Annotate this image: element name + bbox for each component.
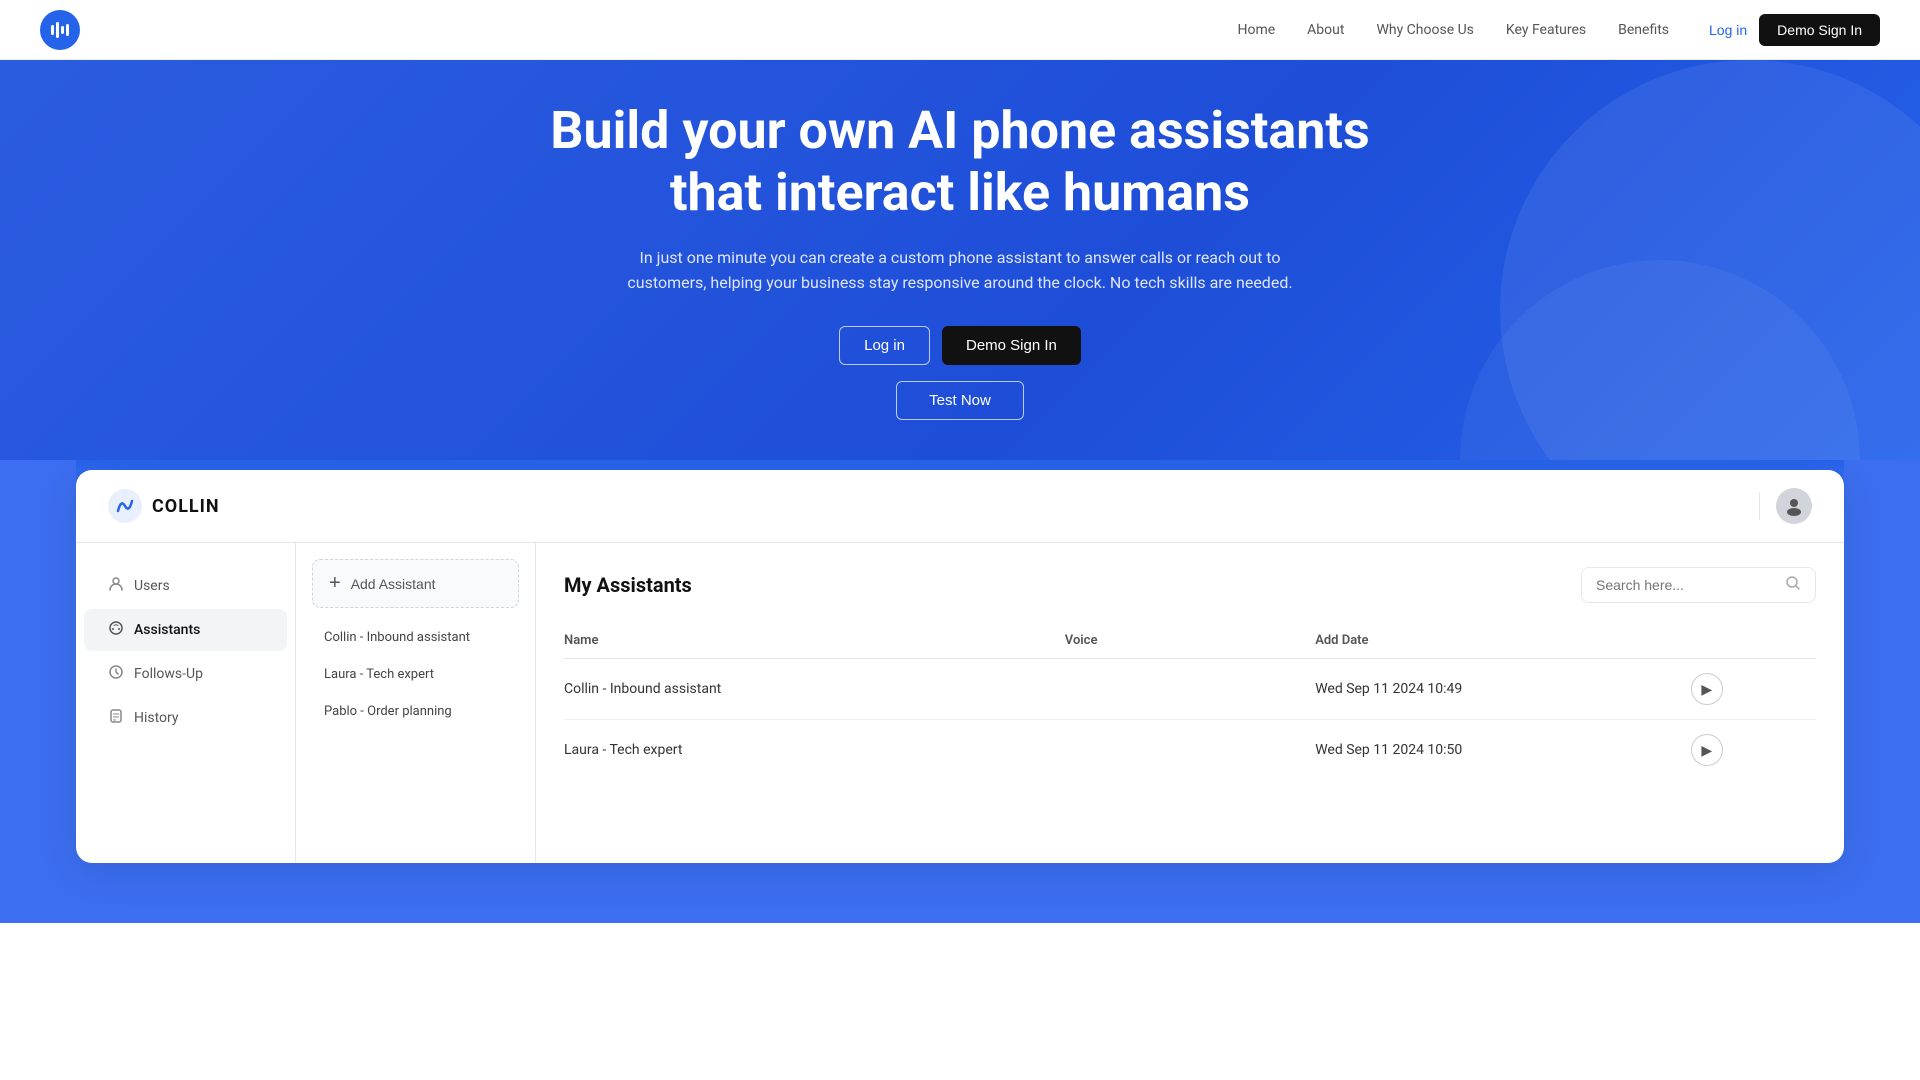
row-laura-name: Laura - Tech expert xyxy=(564,720,1065,781)
col-header-date: Add Date xyxy=(1315,623,1691,659)
row-collin-name: Collin - Inbound assistant xyxy=(564,659,1065,720)
nav-home[interactable]: Home xyxy=(1237,22,1275,38)
search-input[interactable] xyxy=(1596,577,1777,593)
history-icon xyxy=(108,708,124,728)
middle-panel: + Add Assistant Collin - Inbound assista… xyxy=(296,543,536,863)
app-logo: COLLIN xyxy=(108,489,220,523)
app-header: COLLIN xyxy=(76,470,1844,543)
nav-features[interactable]: Key Features xyxy=(1506,22,1586,38)
nav-benefits[interactable]: Benefits xyxy=(1618,22,1669,38)
app-logo-icon xyxy=(108,489,142,523)
hero-subtext: In just one minute you can create a cust… xyxy=(600,245,1320,296)
hero-headline: Build your own AI phone assistants that … xyxy=(510,100,1410,225)
users-icon xyxy=(108,576,124,596)
col-header-name: Name xyxy=(564,623,1065,659)
app-header-right xyxy=(1759,488,1812,524)
logo-icon xyxy=(40,10,80,50)
header-divider xyxy=(1759,492,1760,520)
my-assistants-title: My Assistants xyxy=(564,573,692,597)
assistants-table: Name Voice Add Date Collin - Inbound ass… xyxy=(564,623,1816,780)
sidebar-item-history[interactable]: History xyxy=(84,697,287,739)
sidebar: Users Assistants xyxy=(76,543,296,863)
app-card-wrapper: COLLIN xyxy=(0,460,1920,923)
follows-up-icon xyxy=(108,664,124,684)
nav-why[interactable]: Why Choose Us xyxy=(1376,22,1473,38)
search-icon xyxy=(1785,575,1801,595)
sidebar-item-assistants[interactable]: Assistants xyxy=(84,609,287,651)
sidebar-history-label: History xyxy=(134,710,179,726)
sidebar-assistants-label: Assistants xyxy=(134,622,200,638)
hero-demo-button[interactable]: Demo Sign In xyxy=(942,326,1081,365)
nav-demo-button[interactable]: Demo Sign In xyxy=(1759,14,1880,46)
assistant-collin[interactable]: Collin - Inbound assistant xyxy=(312,620,519,655)
nav-actions: Log in Demo Sign In xyxy=(1709,14,1880,46)
add-assistant-label: Add Assistant xyxy=(351,576,436,592)
app-card: COLLIN xyxy=(76,470,1844,863)
assistant-pablo[interactable]: Pablo - Order planning xyxy=(312,694,519,729)
add-assistant-button[interactable]: + Add Assistant xyxy=(312,559,519,608)
col-header-action xyxy=(1691,623,1816,659)
row-laura-date: Wed Sep 11 2024 10:50 xyxy=(1315,720,1691,781)
hero-buttons: Log in Demo Sign In xyxy=(839,326,1081,365)
nav-about[interactable]: About xyxy=(1307,22,1344,38)
row-collin-voice xyxy=(1065,659,1315,720)
assistants-icon xyxy=(108,620,124,640)
app-body: Users Assistants xyxy=(76,543,1844,863)
table-row: Laura - Tech expert Wed Sep 11 2024 10:5… xyxy=(564,720,1816,781)
sidebar-item-users[interactable]: Users xyxy=(84,565,287,607)
col-header-voice: Voice xyxy=(1065,623,1315,659)
search-box xyxy=(1581,567,1816,603)
hero-login-button[interactable]: Log in xyxy=(839,326,930,365)
play-collin-button[interactable]: ▶ xyxy=(1691,673,1723,705)
hero-section: Build your own AI phone assistants that … xyxy=(0,0,1920,460)
table-row: Collin - Inbound assistant Wed Sep 11 20… xyxy=(564,659,1816,720)
row-laura-voice xyxy=(1065,720,1315,781)
sidebar-followsup-label: Follows-Up xyxy=(134,666,203,682)
hero-test-button[interactable]: Test Now xyxy=(896,381,1024,420)
user-avatar[interactable] xyxy=(1776,488,1812,524)
logo xyxy=(40,10,80,50)
sidebar-users-label: Users xyxy=(134,578,170,594)
plus-icon: + xyxy=(329,572,341,595)
row-collin-date: Wed Sep 11 2024 10:49 xyxy=(1315,659,1691,720)
sidebar-item-follows-up[interactable]: Follows-Up xyxy=(84,653,287,695)
app-logo-text: COLLIN xyxy=(152,496,220,517)
row-laura-action: ▶ xyxy=(1691,720,1816,781)
nav-login-button[interactable]: Log in xyxy=(1709,22,1747,38)
row-collin-action: ▶ xyxy=(1691,659,1816,720)
navbar: Home About Why Choose Us Key Features Be… xyxy=(0,0,1920,60)
play-laura-button[interactable]: ▶ xyxy=(1691,734,1723,766)
nav-links: Home About Why Choose Us Key Features Be… xyxy=(1237,22,1669,38)
main-panel-header: My Assistants xyxy=(564,567,1816,603)
main-panel: My Assistants Name xyxy=(536,543,1844,863)
assistant-laura[interactable]: Laura - Tech expert xyxy=(312,657,519,692)
